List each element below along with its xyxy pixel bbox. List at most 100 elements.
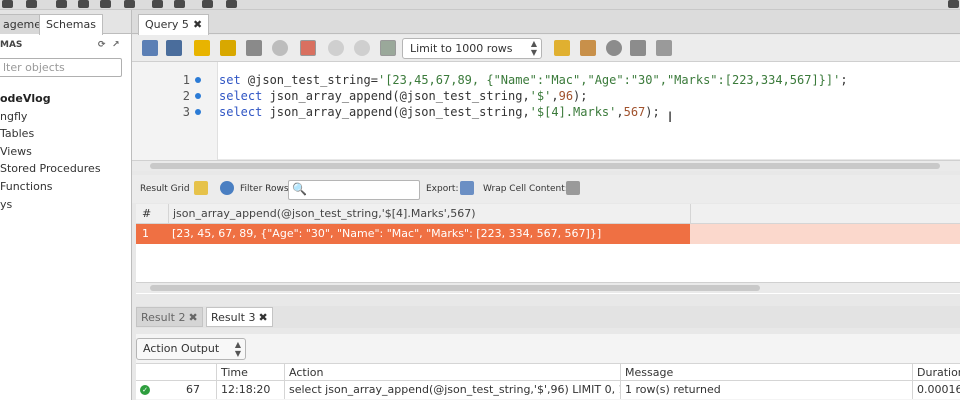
navigator-sidebar: agement Schemas MAS ⟳ ↗ lter objects ode… xyxy=(0,10,132,400)
statement-dot-icon xyxy=(195,93,201,99)
code-text: select json_array_append(@json_test_stri… xyxy=(219,89,588,103)
output-message: 1 row(s) returned xyxy=(620,381,912,399)
tree-item-schema[interactable]: odeVlog xyxy=(0,90,132,108)
procedure-icon[interactable] xyxy=(152,0,163,8)
output-action: select json_array_append(@json_test_stri… xyxy=(284,381,620,399)
editor-horizontal-scrollbar[interactable] xyxy=(132,160,960,171)
grid-icon[interactable] xyxy=(194,181,208,195)
refresh-icon[interactable]: ⟳ xyxy=(98,40,106,50)
function-icon[interactable] xyxy=(174,0,185,8)
sql-editor[interactable]: 1 set @json_test_string='[23,45,67,89, {… xyxy=(132,61,960,171)
open-file-icon[interactable] xyxy=(78,0,89,8)
new-connection-icon[interactable] xyxy=(2,0,13,8)
search-icon: 🔍 xyxy=(292,182,307,196)
result-grid-label[interactable]: Result Grid xyxy=(140,184,190,194)
limit-rows-select[interactable]: Limit to 1000 rows ▲ ▼ xyxy=(402,38,542,59)
execute-icon[interactable] xyxy=(194,40,210,56)
grid-horizontal-scrollbar[interactable] xyxy=(136,282,960,293)
find-icon[interactable] xyxy=(606,40,622,56)
filter-rows-input[interactable]: 🔍 xyxy=(288,180,420,200)
row-empty-area xyxy=(690,224,960,244)
output-number: 67 xyxy=(186,383,200,396)
filter-objects-input[interactable]: lter objects xyxy=(0,58,122,77)
success-check-icon: ✓ xyxy=(140,385,150,395)
table-icon[interactable] xyxy=(100,0,111,8)
output-row[interactable]: ✓ 67 12:18:20 select json_array_append(@… xyxy=(136,381,960,399)
tree-item-tables[interactable]: Tables xyxy=(0,125,132,143)
tab-result-2-label: Result 2 xyxy=(141,311,186,324)
header-empty xyxy=(690,204,960,224)
close-icon[interactable]: ✖ xyxy=(193,18,202,31)
commit-icon[interactable] xyxy=(328,40,344,56)
close-icon[interactable]: ✖ xyxy=(258,311,267,324)
result-tabs: Result 2 ✖ Result 3 ✖ xyxy=(136,306,960,328)
settings-icon[interactable] xyxy=(948,0,959,8)
statement-dot-icon xyxy=(195,77,201,83)
tab-schemas[interactable]: Schemas xyxy=(39,14,103,35)
code-text: set @json_test_string='[23,45,67,89, {"N… xyxy=(219,73,848,87)
view-icon[interactable] xyxy=(124,0,135,8)
text-cursor-icon: I xyxy=(668,110,673,126)
output-panel: Action Output ▲ ▼ Time Action Message Dur… xyxy=(136,334,960,400)
line-number: 2 xyxy=(182,89,190,103)
scrollbar-thumb[interactable] xyxy=(150,163,940,169)
execute-current-icon[interactable] xyxy=(220,40,236,56)
header-row-number: # xyxy=(142,207,152,220)
search-table-icon[interactable] xyxy=(202,0,213,8)
refresh-icon[interactable] xyxy=(220,181,234,195)
output-time: 12:18:20 xyxy=(216,381,284,399)
sql-file-icon[interactable] xyxy=(56,0,67,8)
expand-icon[interactable]: ↗ xyxy=(112,40,120,50)
result-grid: # json_array_append(@json_test_string,'$… xyxy=(136,204,960,294)
header-duration: Duration xyxy=(912,364,960,381)
header-action: Action xyxy=(284,364,620,381)
sidebar-tabs: agement Schemas xyxy=(0,10,131,35)
tab-result-2[interactable]: Result 2 ✖ xyxy=(136,307,203,327)
tab-query[interactable]: Query 5 ✖ xyxy=(138,14,210,35)
reconnect-icon[interactable] xyxy=(226,0,237,8)
tab-result-3-label: Result 3 xyxy=(211,311,256,324)
explain-icon[interactable] xyxy=(246,40,262,56)
header-message: Message xyxy=(620,364,912,381)
autocommit-icon[interactable] xyxy=(380,40,396,56)
wrap-lines-icon[interactable] xyxy=(656,40,672,56)
stop-icon[interactable] xyxy=(272,40,288,56)
beautify-icon[interactable] xyxy=(554,40,570,56)
tree-item-schema[interactable]: ngfly xyxy=(0,108,132,126)
header-time: Time xyxy=(216,364,284,381)
schema-tree: odeVlog ngfly Tables Views Stored Proced… xyxy=(0,90,132,213)
tree-item-functions[interactable]: Functions xyxy=(0,178,132,196)
spinner-icon: ▲ ▼ xyxy=(234,340,241,358)
row-value[interactable]: [23, 45, 67, 89, {"Age": "30", "Name": "… xyxy=(168,224,690,244)
output-type-value: Action Output xyxy=(143,342,220,355)
export-label: Export: xyxy=(426,184,459,194)
info-icon[interactable] xyxy=(26,0,37,8)
main-panel: Query 5 ✖ Limit to 1000 rows ▲ ▼ 1 set @js… xyxy=(132,10,960,400)
line-number: 1 xyxy=(182,73,190,87)
snippet-icon[interactable] xyxy=(580,40,596,56)
save-icon[interactable] xyxy=(166,40,182,56)
open-folder-icon[interactable] xyxy=(142,40,158,56)
limit-rows-value: Limit to 1000 rows xyxy=(410,42,513,55)
line-number: 3 xyxy=(182,105,190,119)
scrollbar-thumb[interactable] xyxy=(150,285,760,291)
statement-dot-icon xyxy=(195,109,201,115)
close-icon[interactable]: ✖ xyxy=(188,311,197,324)
tab-result-3[interactable]: Result 3 ✖ xyxy=(206,307,273,327)
schemas-title: MAS xyxy=(0,40,23,50)
toggle-error-icon[interactable] xyxy=(300,40,316,56)
wrap-icon[interactable] xyxy=(566,181,580,195)
export-icon[interactable] xyxy=(460,181,474,195)
header-column[interactable]: json_array_append(@json_test_string,'$[4… xyxy=(168,204,690,224)
result-toolbar: Result Grid Filter Rows: 🔍 Export: Wrap … xyxy=(132,175,960,203)
rollback-icon[interactable] xyxy=(354,40,370,56)
tab-query-label: Query 5 xyxy=(145,18,189,31)
tree-item-views[interactable]: Views xyxy=(0,143,132,161)
tree-item-schema[interactable]: ys xyxy=(0,196,132,214)
output-type-select[interactable]: Action Output ▲ ▼ xyxy=(136,338,246,360)
invisible-chars-icon[interactable] xyxy=(630,40,646,56)
tree-item-procedures[interactable]: Stored Procedures xyxy=(0,160,132,178)
code-text: select json_array_append(@json_test_stri… xyxy=(219,105,660,119)
wrap-cell-label: Wrap Cell Content: xyxy=(483,184,568,194)
table-row[interactable]: 1 [23, 45, 67, 89, {"Age": "30", "Name":… xyxy=(136,224,960,244)
